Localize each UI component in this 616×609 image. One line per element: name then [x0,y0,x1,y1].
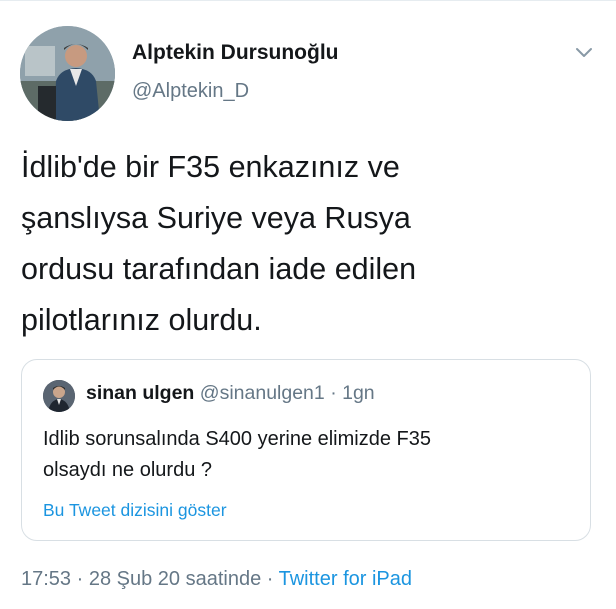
quoted-author-avatar[interactable] [43,380,75,412]
tweet-timestamp[interactable]: 17:53 · 28 Şub 20 saatinde [21,568,261,590]
chevron-down-icon[interactable] [572,40,596,64]
tweet-meta: 17:53 · 28 Şub 20 saatinde · Twitter for… [21,568,412,591]
top-divider [0,0,616,7]
author-avatar[interactable] [20,26,115,121]
tweet-source-link[interactable]: Twitter for iPad [279,568,412,590]
show-thread-link[interactable]: Bu Tweet dizisini göster [43,500,227,521]
author-display-name[interactable]: Alptekin Dursunoğlu [132,41,339,65]
quoted-tweet-card[interactable]: sinan ulgen @sinanulgen1 · 1gn Idlib sor… [21,359,591,541]
quoted-author-handle[interactable]: @sinanulgen1 [200,382,325,404]
tweet-text: İdlib'de bir F35 enkazınız ve şanslıysa … [21,150,417,337]
quoted-tweet-header: sinan ulgen @sinanulgen1 · 1gn [86,382,375,405]
quoted-tweet-text: Idlib sorunsalında S400 yerine elimizde … [43,428,431,481]
quoted-separator: · [330,382,337,404]
meta-separator: · [266,568,274,590]
quoted-author-name[interactable]: sinan ulgen [86,382,194,404]
author-handle[interactable]: @Alptekin_D [132,80,249,103]
quoted-time[interactable]: 1gn [342,382,375,404]
